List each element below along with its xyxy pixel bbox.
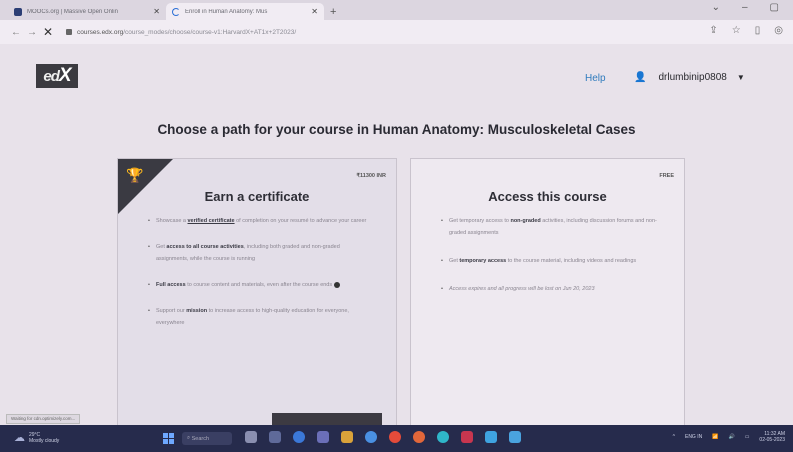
search-label: Search	[191, 435, 210, 442]
bookmark-star-icon[interactable]: ☆	[732, 25, 741, 36]
audit-price: FREE	[659, 173, 674, 179]
list-item: Support our mission to increase access t…	[148, 305, 372, 329]
tab-search-icon[interactable]: ⌄	[712, 2, 720, 13]
chrome-icon[interactable]	[389, 431, 401, 443]
certificate-title: Earn a certificate	[204, 189, 310, 204]
chevron-up-icon[interactable]: ^	[673, 434, 675, 440]
os-taskbar: ☁ 29°C Mostly cloudy ⌕ Search ^ ENG IN 📶…	[0, 425, 793, 452]
share-icon[interactable]: ⇪	[709, 25, 717, 36]
weather-desc: Mostly cloudy	[29, 437, 60, 444]
list-item: Showcase a verified certificate of compl…	[148, 215, 372, 227]
loading-spinner-icon	[172, 7, 180, 16]
taskbar-pinned-apps	[245, 431, 521, 443]
chat-icon[interactable]	[269, 431, 281, 443]
user-icon: 👤	[634, 72, 647, 83]
tab-title: Enroll in Human Anatomy: Mus	[185, 8, 268, 15]
user-menu[interactable]: 👤 drlumbinip0808 ▼	[634, 72, 745, 83]
audit-option-card[interactable]: FREE Access this course Get temporary ac…	[410, 158, 685, 428]
taskbar-search[interactable]: ⌕ Search	[182, 432, 232, 445]
site-header: ed X Help 👤 drlumbinip0808 ▼	[0, 44, 793, 106]
edge-icon[interactable]	[293, 431, 305, 443]
edx-logo[interactable]: ed X	[36, 64, 78, 88]
mail-icon[interactable]	[509, 431, 521, 443]
browser-address-bar: ← → ✕ courses.edx.org /course_modes/choo…	[0, 20, 793, 44]
certificate-price: ₹11300 INR	[356, 173, 387, 179]
url-host: courses.edx.org	[77, 28, 124, 36]
forward-icon[interactable]: →	[24, 27, 40, 38]
system-tray: ^ ENG IN 📶 🔊 ▭ 11:32 AM 02-05-2023	[673, 431, 785, 443]
app-icon[interactable]	[365, 431, 377, 443]
language-indicator[interactable]: ENG IN	[685, 434, 702, 440]
audit-benefits-list: Get temporary access to non-graded activ…	[441, 215, 660, 311]
wifi-icon[interactable]: 📶	[712, 434, 718, 440]
logo-text: ed	[43, 67, 59, 85]
profile-icon[interactable]: ◎	[774, 25, 783, 36]
cloud-icon: ☁	[14, 432, 25, 444]
url-path: /course_modes/choose/course-v1:HarvardX+…	[123, 28, 297, 36]
chevron-down-icon: ▼	[736, 73, 745, 82]
list-item: Get access to all course activities, inc…	[148, 241, 372, 265]
list-item: Get temporary access to the course mater…	[441, 255, 660, 267]
moocs-favicon-icon	[14, 7, 22, 16]
minimize-icon[interactable]: –	[742, 2, 748, 13]
url-field[interactable]: courses.edx.org /course_modes/choose/cou…	[66, 29, 296, 36]
list-item: Full access to course content and materi…	[148, 279, 372, 291]
app-icon[interactable]	[461, 431, 473, 443]
window-controls: ⌄ – ▢	[712, 2, 779, 13]
trophy-icon: 🏆	[126, 167, 144, 183]
volume-icon[interactable]: 🔊	[728, 434, 734, 440]
app-icon[interactable]	[485, 431, 497, 443]
username: drlumbinip0808	[658, 72, 727, 83]
windows-start-icon[interactable]	[163, 433, 174, 444]
help-link[interactable]: Help	[585, 73, 606, 84]
list-item: Access expires and all progress will be …	[441, 283, 660, 295]
status-bar-tooltip: Waiting for cdn.optimizely.com...	[6, 414, 81, 424]
lock-icon	[66, 29, 72, 35]
toolbar-right: ⇪ ☆ ▯ ◎	[709, 25, 783, 36]
list-item: Get temporary access to non-graded activ…	[441, 215, 660, 239]
store-icon[interactable]	[317, 431, 329, 443]
new-tab-button[interactable]: +	[330, 6, 336, 18]
app-icon[interactable]	[437, 431, 449, 443]
clock[interactable]: 11:32 AM 02-05-2023	[759, 431, 785, 443]
certificate-option-card[interactable]: 🏆 ₹11300 INR Earn a certificate Showcase…	[117, 158, 397, 428]
firefox-icon[interactable]	[413, 431, 425, 443]
browser-tab-strip: MOOCs.org | Massive Open Onlin ✕ Enroll …	[0, 0, 793, 20]
tab-close-icon[interactable]: ✕	[311, 7, 318, 16]
weather-widget[interactable]: ☁ 29°C Mostly cloudy	[14, 431, 60, 445]
file-explorer-icon[interactable]	[341, 431, 353, 443]
verified-certificate-link[interactable]: verified certificate	[188, 218, 235, 224]
certificate-benefits-list: Showcase a verified certificate of compl…	[148, 215, 372, 343]
tab-title: MOOCs.org | Massive Open Onlin	[27, 8, 118, 15]
info-icon[interactable]	[333, 281, 340, 288]
battery-icon[interactable]: ▭	[745, 434, 750, 440]
browser-tab-moocs[interactable]: MOOCs.org | Massive Open Onlin ✕	[8, 3, 166, 20]
stop-loading-icon[interactable]: ✕	[40, 25, 56, 39]
clock-date: 02-05-2023	[759, 437, 785, 443]
back-icon[interactable]: ←	[8, 27, 24, 38]
sidebar-icon[interactable]: ▯	[755, 25, 761, 36]
audit-title: Access this course	[488, 189, 607, 204]
page-title: Choose a path for your course in Human A…	[157, 122, 636, 137]
tab-close-icon[interactable]: ✕	[153, 7, 160, 16]
logo-x: X	[58, 65, 72, 86]
maximize-icon[interactable]: ▢	[770, 2, 779, 13]
browser-tab-enroll[interactable]: Enroll in Human Anatomy: Mus ✕	[166, 3, 324, 20]
task-view-icon[interactable]	[245, 431, 257, 443]
